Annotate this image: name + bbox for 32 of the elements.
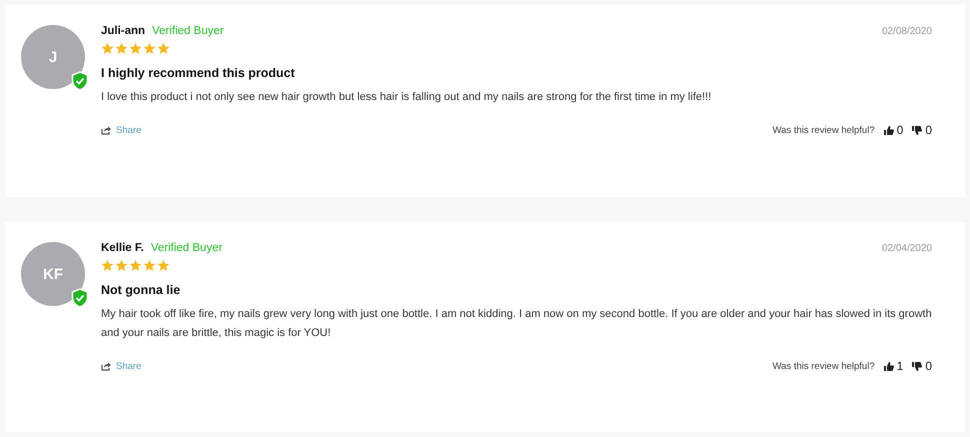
share-icon: [101, 362, 111, 370]
thumbs-down-button[interactable]: 0: [908, 123, 932, 137]
star-icon: [143, 259, 156, 272]
thumbs-up-icon: [884, 126, 894, 134]
star-icon: [115, 42, 128, 55]
thumbs-down-icon: [912, 126, 922, 134]
verified-label: Verified Buyer: [152, 25, 224, 37]
review-text: My hair took off like fire, my nails grew very long with just one bottle. I am not kidding. I am now on my second bottle. If you are older and your hair has slowed in its growth and your nails are brittle, this magic is for YOU!: [101, 307, 932, 341]
review-date: 02/04/2020: [882, 243, 932, 254]
review-date: 02/08/2020: [882, 26, 932, 37]
review-title: I highly recommend this product: [101, 66, 296, 80]
star-icon: [143, 42, 156, 55]
review-title: Not gonna lie: [101, 283, 182, 297]
review-text: I love this product i not only see new hair growth but less hair is falling out and my nails are strong for the first time in my life!!!: [101, 90, 712, 105]
star-icon: [101, 259, 114, 272]
thumbs-down-button[interactable]: 0: [908, 359, 932, 373]
verified-label: Verified Buyer: [150, 242, 222, 254]
thumbs-down-icon: [912, 362, 922, 370]
helpful-question: Was this review helpful?: [772, 124, 875, 136]
thumbs-up-button[interactable]: 1: [880, 359, 904, 373]
star-icon: [157, 42, 170, 55]
reviewer-name: Juli-ann: [101, 25, 146, 37]
share-icon: [101, 126, 111, 134]
thumbs-up-icon: [884, 362, 894, 370]
star-icon: [129, 259, 142, 272]
star-icon: [115, 259, 128, 272]
star-icon: [157, 259, 170, 272]
star-icon: [129, 42, 142, 55]
thumbs-up-button[interactable]: 0: [880, 123, 904, 137]
helpful-question: Was this review helpful?: [772, 360, 875, 372]
star-icon: [101, 42, 114, 55]
reviewer-name: Kellie F.: [101, 242, 144, 254]
